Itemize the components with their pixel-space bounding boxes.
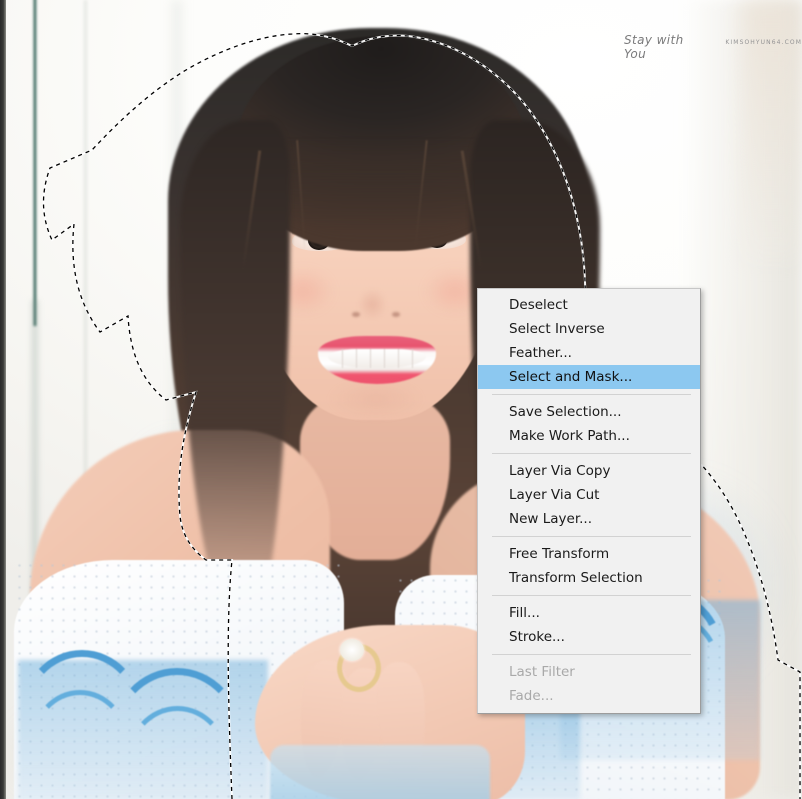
menu-separator [492,453,691,454]
menu-item-select-and-mask[interactable]: Select and Mask... [478,365,700,389]
menu-item-transform-selection[interactable]: Transform Selection [478,566,700,590]
chin-shadow [330,380,422,418]
water-bottle [270,745,490,799]
menu-item-last-filter: Last Filter [509,664,575,680]
watermark-site: KIMSOHYUN64.COM [725,39,802,46]
menu-item-layer-via-cut[interactable]: Layer Via Cut [478,483,700,507]
menu-item-make-work-path[interactable]: Make Work Path... [478,424,700,448]
nostril-right [392,312,400,317]
canvas-stage: Stay with You KIMSOHYUN64.COM Deselect Se… [0,0,802,799]
menu-separator [492,595,691,596]
menu-item-save-selection[interactable]: Save Selection... [478,400,700,424]
menu-item-stroke[interactable]: Stroke... [478,625,700,649]
nose [358,268,394,320]
menu-item-fill[interactable]: Fill... [478,601,700,625]
teeth [328,349,426,368]
menu-item-new-layer[interactable]: New Layer... [478,507,700,531]
menu-item-fade: Fade... [509,688,554,704]
menu-separator [492,536,691,537]
selection-context-menu[interactable]: Deselect Select Inverse Feather... Select a… [477,288,701,714]
watermark: Stay with You KIMSOHYUN64.COM [624,33,802,61]
menu-item-deselect[interactable]: Deselect [478,293,700,317]
watermark-title: Stay with You [624,33,684,61]
nostril-left [352,312,360,317]
ring-flower-gem [340,639,364,661]
menu-item-free-transform[interactable]: Free Transform [478,542,700,566]
menu-item-select-inverse[interactable]: Select Inverse [478,317,700,341]
menu-separator [492,654,691,655]
menu-separator [492,394,691,395]
window-frame-left-edge [0,0,6,799]
menu-item-feather[interactable]: Feather... [478,341,700,365]
menu-item-layer-via-copy[interactable]: Layer Via Copy [478,459,700,483]
